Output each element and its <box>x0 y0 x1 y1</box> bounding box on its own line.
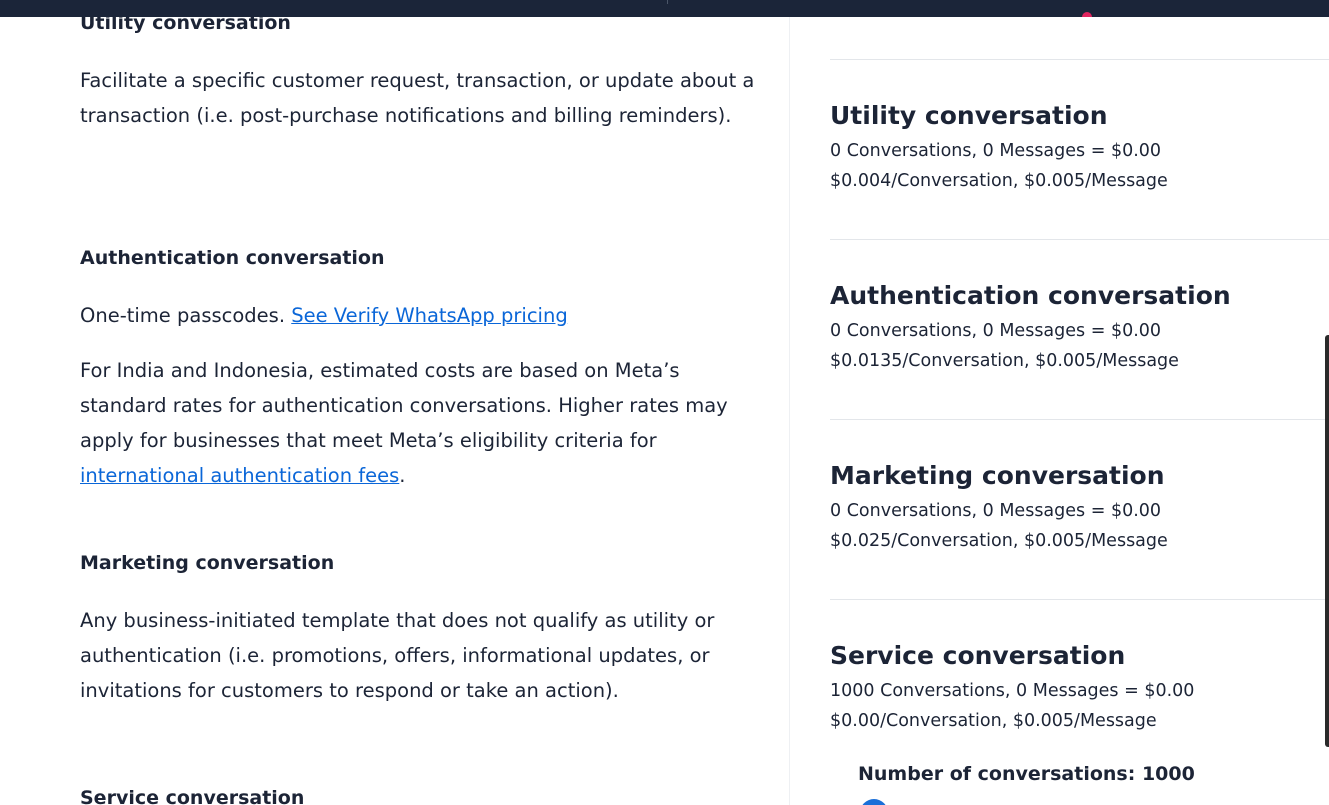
utility-card-rates: $0.004/Conversation, $0.005/Message <box>830 171 1168 191</box>
marketing-description: Any business-initiated template that doe… <box>80 609 715 702</box>
authentication-card-title: Authentication conversation <box>830 281 1231 310</box>
conversation-descriptions-panel: Utility conversation Facilitate a specif… <box>0 17 789 805</box>
service-card-summary: 1000 Conversations, 0 Messages = $0.00 <box>830 681 1195 701</box>
marketing-card-rates: $0.025/Conversation, $0.005/Message <box>830 531 1168 551</box>
side-panel-edge <box>1325 335 1329 747</box>
service-card-title: Service conversation <box>830 641 1126 670</box>
authentication-card-summary: 0 Conversations, 0 Messages = $0.00 <box>830 321 1162 341</box>
top-navigation-bar <box>0 0 1329 22</box>
authentication-description: One-time passcodes. See Verify WhatsApp … <box>80 298 760 333</box>
card-divider <box>830 599 1329 600</box>
international-fees-link[interactable]: international authentication fees <box>80 464 399 487</box>
service-heading: Service conversation <box>80 787 305 805</box>
service-card-rates: $0.00/Conversation, $0.005/Message <box>830 711 1157 731</box>
card-divider <box>830 239 1329 240</box>
card-divider <box>830 419 1329 420</box>
authentication-note-text: For India and Indonesia, estimated costs… <box>80 359 728 452</box>
authentication-note-suffix: . <box>399 464 406 487</box>
utility-description: Facilitate a specific customer request, … <box>80 69 755 127</box>
conversations-slider-handle[interactable] <box>860 799 888 805</box>
authentication-heading: Authentication conversation <box>80 247 385 269</box>
authentication-description-text: One-time passcodes. <box>80 304 292 327</box>
cost-estimate-panel: Utility conversation 0 Conversations, 0 … <box>789 17 1329 805</box>
marketing-heading: Marketing conversation <box>80 552 335 574</box>
marketing-card-summary: 0 Conversations, 0 Messages = $0.00 <box>830 501 1162 521</box>
card-divider <box>830 59 1329 60</box>
authentication-card-rates: $0.0135/Conversation, $0.005/Message <box>830 351 1179 371</box>
utility-card-summary: 0 Conversations, 0 Messages = $0.00 <box>830 141 1162 161</box>
authentication-note: For India and Indonesia, estimated costs… <box>80 353 760 493</box>
conversations-count-label: Number of conversations: 1000 <box>858 763 1195 785</box>
nav-divider <box>667 0 668 4</box>
marketing-card-title: Marketing conversation <box>830 461 1165 490</box>
verify-pricing-link[interactable]: See Verify WhatsApp pricing <box>291 304 567 327</box>
utility-card-title: Utility conversation <box>830 101 1108 130</box>
utility-heading: Utility conversation <box>80 17 291 34</box>
